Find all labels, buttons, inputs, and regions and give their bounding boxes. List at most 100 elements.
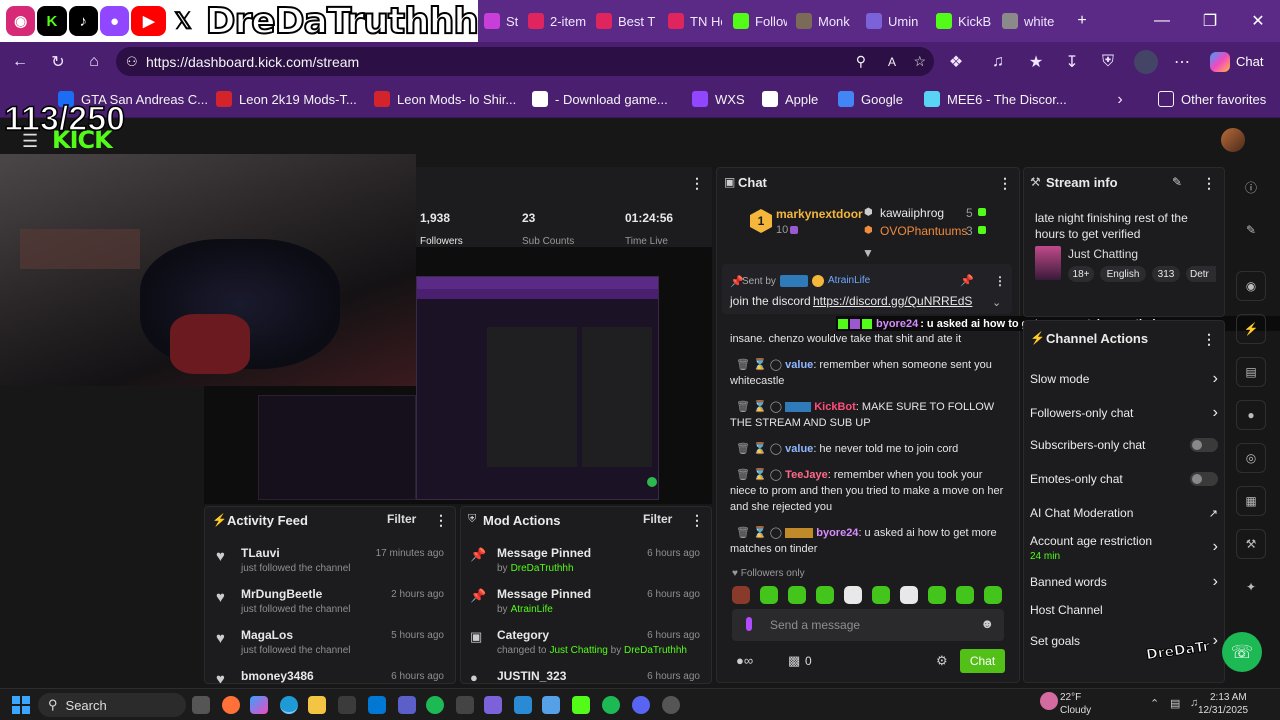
- new-tab-button[interactable]: +: [1062, 8, 1102, 34]
- browser-tab[interactable]: Monk: [790, 6, 856, 36]
- timeout-icon[interactable]: ⌛: [753, 527, 767, 539]
- refresh-icon[interactable]: ↻: [48, 52, 68, 72]
- chat-username[interactable]: TeeJaye: [785, 469, 828, 481]
- info-icon[interactable]: ⓘ: [1236, 172, 1266, 202]
- camera-icon[interactable]: ◉: [1236, 271, 1266, 301]
- apps-icon[interactable]: ✦: [1236, 572, 1266, 602]
- app-icon[interactable]: [542, 696, 560, 714]
- favorite-link[interactable]: Google: [838, 89, 903, 109]
- tray-chevron-icon[interactable]: ⌃: [1150, 697, 1159, 710]
- kick-taskbar-icon[interactable]: [572, 696, 590, 714]
- activity-menu-icon[interactable]: ⋮: [434, 512, 448, 529]
- chat-username[interactable]: value: [785, 443, 813, 455]
- timeout-icon[interactable]: ⌛: [753, 401, 767, 413]
- activity-username[interactable]: bmoney3486: [241, 669, 314, 683]
- timeout-icon[interactable]: ⌛: [753, 469, 767, 481]
- address-bar[interactable]: ⚇ https://dashboard.kick.com/stream ⚲ A …: [116, 47, 934, 76]
- profile-avatar[interactable]: [1134, 50, 1158, 74]
- restore-button[interactable]: ❐: [1190, 8, 1230, 34]
- spotify-icon[interactable]: [602, 696, 620, 714]
- emoji-icon[interactable]: ☻: [980, 616, 994, 631]
- leader-3-name[interactable]: OVOPhantuums: [880, 224, 967, 238]
- points-icon[interactable]: ●∞: [736, 653, 753, 668]
- app-icon[interactable]: [456, 696, 474, 714]
- mod-menu-icon[interactable]: ⋮: [690, 512, 704, 529]
- chat-menu-icon[interactable]: ⋮: [998, 175, 1012, 192]
- mod-action-user[interactable]: DreDaTruthhh: [624, 645, 687, 656]
- leader-2-name[interactable]: kawaiiphrog: [880, 206, 944, 220]
- user-avatar[interactable]: [1221, 128, 1245, 152]
- edit-icon[interactable]: ✎: [1172, 175, 1182, 189]
- channel-actions-menu-icon[interactable]: ⋮: [1202, 331, 1216, 348]
- action-slow-mode[interactable]: Slow mode ›: [1030, 370, 1218, 388]
- delete-icon[interactable]: 🗑: [736, 359, 750, 371]
- emotes-only-toggle[interactable]: [1190, 472, 1218, 486]
- favorite-link[interactable]: Leon Mods- lo Shir...: [374, 89, 516, 109]
- tools-icon[interactable]: ⚒: [1236, 529, 1266, 559]
- volume-icon[interactable]: ♫: [1190, 697, 1198, 709]
- mod-action-user[interactable]: AtrainLife: [511, 604, 553, 615]
- emote-icon[interactable]: [788, 586, 806, 604]
- emote-icon[interactable]: [844, 586, 862, 604]
- emote-icon[interactable]: [900, 586, 918, 604]
- send-chat-button[interactable]: Chat: [960, 649, 1005, 673]
- home-icon[interactable]: ⌂: [84, 52, 104, 72]
- delete-icon[interactable]: 🗑: [736, 469, 750, 481]
- teams-icon[interactable]: [398, 696, 416, 714]
- weather-desc[interactable]: Cloudy: [1060, 705, 1091, 716]
- pencil-icon[interactable]: ✎: [1236, 215, 1266, 245]
- favorite-link[interactable]: Apple: [762, 89, 818, 109]
- chat-username[interactable]: KickBot: [814, 401, 856, 413]
- extensions-icon[interactable]: ❖: [946, 52, 966, 72]
- other-favorites[interactable]: Other favorites: [1158, 89, 1266, 109]
- read-aloud-icon[interactable]: A: [888, 55, 896, 69]
- emote-icon[interactable]: [732, 586, 750, 604]
- edge-icon[interactable]: [280, 696, 298, 714]
- action-followers-only[interactable]: Followers-only chat ›: [1030, 404, 1218, 422]
- back-icon[interactable]: ←: [10, 52, 30, 72]
- store-icon[interactable]: ▩: [788, 653, 800, 669]
- broadcast-icon[interactable]: ◎: [1236, 443, 1266, 473]
- delete-icon[interactable]: 🗑: [736, 443, 750, 455]
- search-icon[interactable]: ⚲: [856, 53, 866, 70]
- stream-info-menu-icon[interactable]: ⋮: [1202, 175, 1216, 192]
- mod-action-user[interactable]: Just Chatting: [550, 645, 608, 656]
- emote-icon[interactable]: [872, 586, 890, 604]
- browser-tab[interactable]: Umin: [860, 6, 926, 36]
- pinned-menu-icon[interactable]: ⋮: [994, 274, 1006, 288]
- file-explorer-icon[interactable]: [308, 696, 326, 714]
- action-account-age[interactable]: Account age restriction 24 min ›: [1030, 534, 1218, 562]
- task-view-icon[interactable]: [192, 696, 210, 714]
- copilot-taskbar-icon[interactable]: [250, 696, 268, 714]
- emote-icon[interactable]: [760, 586, 778, 604]
- chat-username[interactable]: value: [785, 359, 813, 371]
- activity-username[interactable]: MrDungBeetle: [241, 587, 322, 601]
- minimize-button[interactable]: —: [1142, 8, 1182, 34]
- mod-action-user[interactable]: DreDaTruthhh: [511, 563, 574, 574]
- outlook-icon[interactable]: [368, 696, 386, 714]
- more-menu-icon[interactable]: ⋯: [1172, 52, 1192, 72]
- favorites-overflow-icon[interactable]: ›: [1110, 90, 1130, 110]
- category-name[interactable]: Just Chatting: [1068, 247, 1138, 261]
- browser-tab[interactable]: Best T: [590, 6, 658, 36]
- favorite-star-icon[interactable]: ☆: [913, 53, 926, 70]
- site-info-icon[interactable]: ⚇: [126, 54, 138, 70]
- support-button[interactable]: ☏: [1222, 632, 1262, 672]
- chat-username[interactable]: byore24: [816, 527, 858, 539]
- activity-filter-button[interactable]: Filter: [387, 512, 416, 526]
- chat-bubble-icon[interactable]: ●: [1236, 400, 1266, 430]
- collapse-leaderboard-icon[interactable]: ▼: [862, 246, 874, 260]
- unpin-icon[interactable]: 📌: [960, 274, 974, 287]
- discord-icon[interactable]: [632, 696, 650, 714]
- action-banned-words[interactable]: Banned words ›: [1030, 573, 1218, 591]
- action-host-channel[interactable]: Host Channel: [1030, 603, 1218, 617]
- pinned-link[interactable]: https://discord.gg/QuNRREdS: [813, 294, 972, 308]
- ban-icon[interactable]: ◯: [770, 469, 782, 481]
- browser-tab[interactable]: Follow: [727, 6, 787, 36]
- emote-icon[interactable]: [984, 586, 1002, 604]
- expand-pinned-icon[interactable]: ⌄: [992, 296, 1001, 309]
- close-window-button[interactable]: ✕: [1238, 8, 1278, 34]
- settings-taskbar-icon[interactable]: [662, 696, 680, 714]
- app-icon[interactable]: [514, 696, 532, 714]
- lightning-icon[interactable]: ⚡: [1236, 314, 1266, 344]
